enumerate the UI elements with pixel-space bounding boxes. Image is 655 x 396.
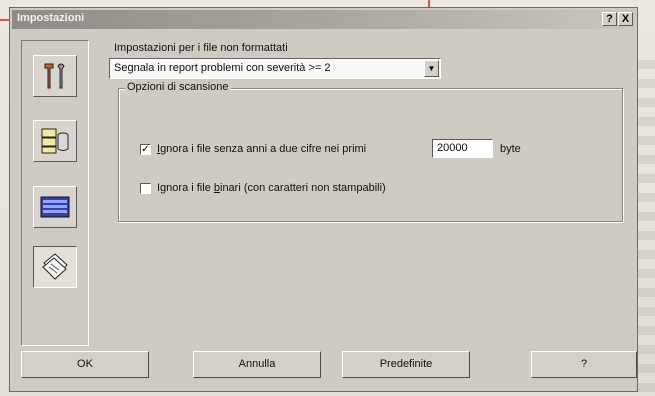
ignore-no-year-checkbox[interactable]: ✓ xyxy=(140,144,151,155)
title-bar[interactable]: Impostazioni ? X xyxy=(12,10,635,29)
ignore-binary-text-pre: Ignora i file xyxy=(157,182,214,194)
ignore-no-year-text: gnora i file senza anni a due cifre nei … xyxy=(160,143,367,155)
help-button[interactable]: ? xyxy=(531,351,637,378)
cancel-button[interactable]: Annulla xyxy=(193,351,321,378)
scan-options-title: Opzioni di scansione xyxy=(125,81,231,93)
help-title-button[interactable]: ? xyxy=(602,12,617,26)
report-settings-label: Impostazioni per i file non formattati xyxy=(114,42,288,54)
ignore-binary-checkbox[interactable] xyxy=(140,183,151,194)
severity-select-value: Segnala in report problemi con severità … xyxy=(114,62,331,74)
ignore-no-year-label[interactable]: Ignora i file senza anni a due cifre nei… xyxy=(157,143,366,155)
defaults-button[interactable]: Predefinite xyxy=(342,351,470,378)
files-database-icon[interactable] xyxy=(33,120,77,162)
window-title: Impostazioni xyxy=(17,12,85,24)
ok-button[interactable]: OK xyxy=(21,351,149,378)
ignore-binary-text-post: inari (con caratteri non stampabili) xyxy=(220,182,386,194)
tools-icon[interactable] xyxy=(33,55,77,97)
severity-select[interactable]: Segnala in report problemi con severità … xyxy=(109,58,441,79)
scan-options-group xyxy=(118,88,623,222)
documents-icon[interactable] xyxy=(33,246,77,288)
bytes-unit-label: byte xyxy=(500,143,521,155)
report-list-icon[interactable] xyxy=(33,186,77,228)
chevron-down-icon[interactable]: ▼ xyxy=(424,60,439,77)
ignore-binary-label[interactable]: Ignora i file binari (con caratteri non … xyxy=(157,182,386,194)
category-sidebar xyxy=(21,40,89,346)
bytes-input[interactable]: 20000 xyxy=(432,139,493,158)
close-button[interactable]: X xyxy=(618,12,633,26)
